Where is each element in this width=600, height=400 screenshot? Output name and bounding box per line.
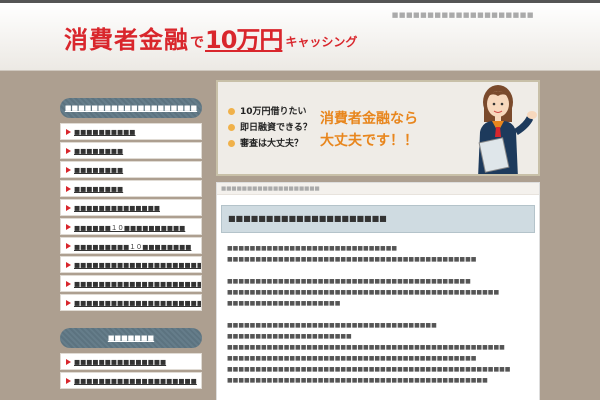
text-line: ■■■■■■■■■■■■■■■■■■■■■■■■■■■■■■■■■■■■■■■■… [227,377,488,384]
sidebar-section-1-title[interactable]: ■■■■■■■■■■■■■■■■■■■■ [60,98,202,118]
sidebar-link-label: ■■■■■■■■■■■■■■■■■■■■ [74,376,197,385]
sidebar-link-label: ■■■■■■■■■■■■■■■■■■■■■■■■■ [74,298,202,307]
bullet-icon [228,140,235,147]
arrow-icon [66,204,71,211]
sidebar-section-2: ■■■■■■■ ■■■■■■■■■■■■■■■ ■■■■■■■■■■■■■■■■… [60,328,202,391]
banner-question-text: 10万円借りたい [240,107,307,117]
sidebar-link[interactable]: ■■■■■■■■ [60,180,202,197]
text-line: ■■■■■■■■■■■■■■■■■■■■■■■■■■■■■■■■■■■■■ [227,322,437,329]
sidebar-link-label: ■■■■■■■■■■■■■■■ [74,357,167,366]
text-line: ■■■■■■■■■■■■■■■■■■■■■■■■■■■■■■■■■■■■■■■■… [227,289,500,296]
bullet-icon [228,124,235,131]
sidebar-section-2-title[interactable]: ■■■■■■■ [60,328,202,348]
sidebar-link[interactable]: ■■■■■■■■■■■■■■■ [60,353,202,370]
arrow-icon [66,299,71,306]
text-line: ■■■■■■■■■■■■■■■■■■■■ [227,300,341,307]
logo-text-1: 消費者金融 [64,26,189,54]
arrow-icon [66,128,71,135]
arrow-icon [66,261,71,268]
bullet-icon [228,108,235,115]
arrow-icon [66,223,71,230]
paragraph: ■■■■■■■■■■■■■■■■■■■■■■■■■■■■■■■■■■■■■ ■■… [227,320,532,386]
sidebar-link[interactable]: ■■■■■■■■■■■■■■■■■■■■■■■ [60,275,202,292]
sidebar-link-label: ■■■■■■■■■■ [74,127,136,136]
sidebar-section-2-list: ■■■■■■■■■■■■■■■ ■■■■■■■■■■■■■■■■■■■■ [60,353,202,389]
sidebar-link[interactable]: ■■■■■■１０■■■■■■■■■■ [60,218,202,235]
sidebar-section-1: ■■■■■■■■■■■■■■■■■■■■ ■■■■■■■■■■ ■■■■■■■■… [60,98,202,313]
paragraph: ■■■■■■■■■■■■■■■■■■■■■■■■■■■■■■ ■■■■■■■■■… [227,243,532,265]
arrow-icon [66,147,71,154]
site-logo[interactable]: 消費者金融 で 10万円 キャッシング [64,25,357,55]
text-line: ■■■■■■■■■■■■■■■■■■■■■■■■■■■■■■■■■■■■■■■■… [227,278,471,285]
sidebar-link-label: ■■■■■■■■ [74,165,124,174]
site-tagline: ■■■■■■■■■■■■■■■■■■■■ [391,11,534,19]
banner-question: 10万円借りたい [228,104,307,117]
arrow-icon [66,377,71,384]
sidebar-link[interactable]: ■■■■■■■■■■ [60,123,202,140]
site-header: ■■■■■■■■■■■■■■■■■■■■ 消費者金融 で 10万円 キャッシング [0,3,600,71]
sidebar-section-1-list: ■■■■■■■■■■ ■■■■■■■■ ■■■■■■■■ ■■■■■■■■ ■■… [60,123,202,311]
paragraph: ■■■■■■■■■■■■■■■■■■■■■■■■■■■■■■■■■■■■■■■■… [227,276,532,309]
sidebar-link-label: ■■■■■■■■■■■■■■ [74,203,160,212]
sidebar-link[interactable]: ■■■■■■■■■■■■■■ [60,199,202,216]
logo-text-2: で [190,35,204,51]
sidebar-link[interactable]: ■■■■■■■■■■■■■■■■■■■■ [60,372,202,389]
banner-question-text: 即日融資できる？ [240,123,312,133]
arrow-icon [66,358,71,365]
sidebar-link[interactable]: ■■■■■■■■■■■■■■■■■■■■■■■■■■ [60,256,202,273]
sidebar-link-label: ■■■■■■■■■■■■■■■■■■■■■■■■■■ [74,260,201,269]
sidebar-link[interactable]: ■■■■■■■■■１０■■■■■■■■ [60,237,202,254]
banner-question-text: 審査は大丈夫？ [240,139,304,149]
sidebar-link[interactable]: ■■■■■■■■ [60,161,202,178]
breadcrumb[interactable]: ■■■■■■■■■■■■■■■■■■■ [217,183,539,195]
hero-banner[interactable]: 10万円借りたい 即日融資できる？ 審査は大丈夫？ 消費者金融なら 大丈夫です！… [216,80,540,176]
banner-headline-2: 大丈夫です！！ [320,133,418,149]
logo-text-4: キャッシング [285,35,358,49]
woman-illustration-icon [478,85,537,174]
sidebar-link-label: ■■■■■■■■■１０■■■■■■■■ [74,242,192,251]
sidebar-link-label: ■■■■■■１０■■■■■■■■■■ [74,223,186,232]
arrow-icon [66,280,71,287]
sidebar-link[interactable]: ■■■■■■■■ [60,142,202,159]
text-line: ■■■■■■■■■■■■■■■■■■■■■■■■■■■■■■■■■■■■■■■■… [227,256,477,263]
sidebar-link[interactable]: ■■■■■■■■■■■■■■■■■■■■■■■■■ [60,294,202,311]
sidebar-link-label: ■■■■■■■■ [74,184,124,193]
sidebar-link-label: ■■■■■■■■■■■■■■■■■■■■■■■ [74,279,202,288]
text-line: ■■■■■■■■■■■■■■■■■■■■■■ [227,333,352,340]
main-content: ■■■■■■■■■■■■■■■■■■■ ■■■■■■■■■■■■■■■■■■■■… [216,182,540,400]
arrow-icon [66,242,71,249]
text-line: ■■■■■■■■■■■■■■■■■■■■■■■■■■■■■■■■■■■■■■■■… [227,355,477,362]
text-line: ■■■■■■■■■■■■■■■■■■■■■■■■■■■■■■ [227,245,398,252]
arrow-icon [66,166,71,173]
banner-headline-1: 消費者金融なら [320,111,418,127]
logo-text-3: 10万円 [205,26,283,54]
arrow-icon [66,185,71,192]
sidebar-link-label: ■■■■■■■■ [74,146,124,155]
text-line: ■■■■■■■■■■■■■■■■■■■■■■■■■■■■■■■■■■■■■■■■… [227,366,511,373]
banner-question: 審査は大丈夫？ [228,136,303,149]
banner-question: 即日融資できる？ [228,120,312,133]
text-line: ■■■■■■■■■■■■■■■■■■■■■■■■■■■■■■■■■■■■■■■■… [227,344,505,351]
page-title: ■■■■■■■■■■■■■■■■■■■■■ [221,205,535,233]
